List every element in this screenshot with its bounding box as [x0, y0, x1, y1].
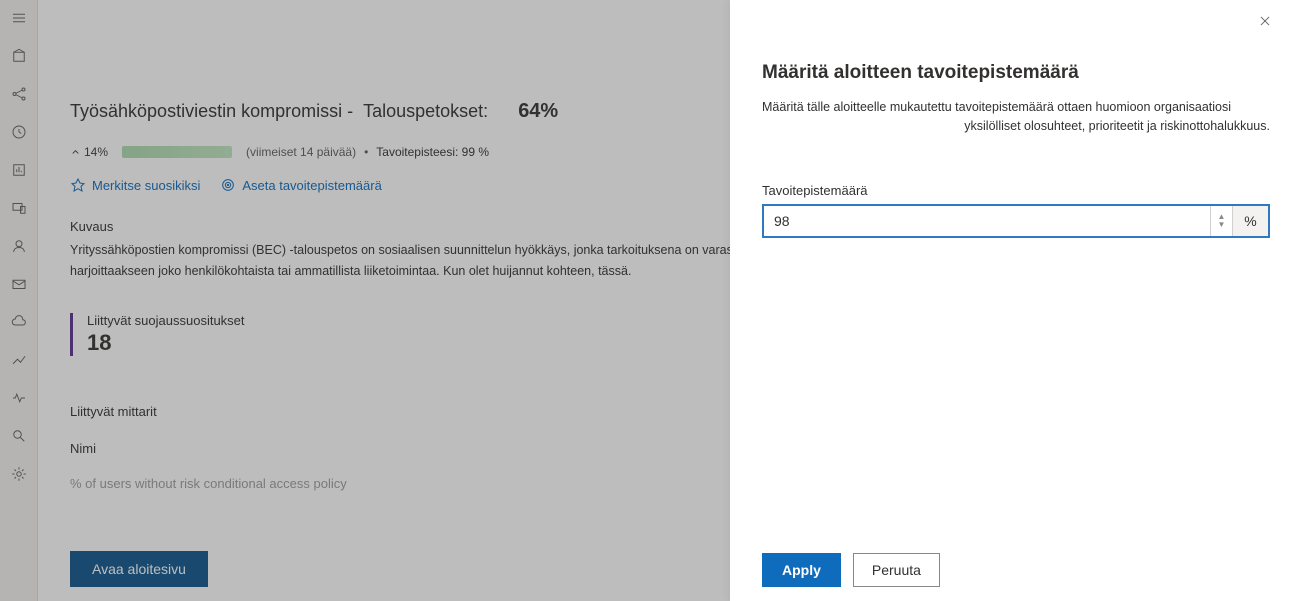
sparkline: [122, 146, 232, 158]
trend-period: (viimeiset 14 päivää): [246, 145, 356, 159]
trend-up: 14%: [70, 145, 108, 159]
spinner-down-icon[interactable]: ▼: [1218, 221, 1226, 229]
clock-icon[interactable]: [9, 122, 29, 142]
reports-icon[interactable]: [9, 160, 29, 180]
menu-icon[interactable]: [9, 8, 29, 28]
settings-icon[interactable]: [9, 464, 29, 484]
panel-footer: Apply Peruuta: [762, 553, 940, 587]
close-button[interactable]: [1258, 14, 1276, 32]
number-spinner[interactable]: ▲ ▼: [1210, 206, 1232, 236]
search-icon[interactable]: [9, 426, 29, 446]
panel-desc-line2: .yksilölliset olosuhteet, prioriteetit j…: [762, 119, 1270, 133]
percent-suffix: %: [1232, 206, 1268, 236]
users-icon[interactable]: [9, 236, 29, 256]
devices-icon[interactable]: [9, 198, 29, 218]
analytics-icon[interactable]: [9, 350, 29, 370]
package-icon[interactable]: [9, 46, 29, 66]
cloud-icon[interactable]: [9, 312, 29, 332]
separator: •: [364, 145, 368, 159]
target-score-label: Tavoitepisteesi: 99 %: [376, 145, 489, 159]
set-target-label: Aseta tavoitepistemäärä: [242, 178, 381, 193]
target-field-label: Tavoitepistemäärä: [762, 183, 1270, 198]
close-icon: [1258, 14, 1272, 28]
apply-button[interactable]: Apply: [762, 553, 841, 587]
target-icon: [220, 177, 236, 193]
left-nav: [0, 0, 38, 601]
star-icon: [70, 177, 86, 193]
health-icon[interactable]: [9, 388, 29, 408]
panel-title: Määritä aloitteen tavoitepistemäärä: [762, 62, 1270, 84]
mail-icon[interactable]: [9, 274, 29, 294]
set-target-action[interactable]: Aseta tavoitepistemäärä: [220, 177, 381, 193]
cancel-button[interactable]: Peruuta: [853, 553, 940, 587]
target-score-input[interactable]: [764, 206, 1210, 236]
title-suffix: Talouspetokset:: [363, 101, 488, 122]
title-prefix: Työsähköpostiviestin kompromissi -: [70, 101, 353, 122]
panel-desc-line1: Määritä tälle aloitteelle mukautettu tav…: [762, 98, 1270, 117]
favorite-action[interactable]: Merkitse suosikiksi: [70, 177, 200, 193]
set-target-panel: Määritä aloitteen tavoitepistemäärä Määr…: [730, 0, 1290, 601]
title-percent: 64%: [518, 100, 558, 123]
open-initiative-button[interactable]: Avaa aloitesivu: [70, 551, 208, 587]
share-icon[interactable]: [9, 84, 29, 104]
favorite-label: Merkitse suosikiksi: [92, 178, 200, 193]
target-input-group: ▲ ▼ %: [762, 204, 1270, 238]
trend-pct: 14%: [84, 145, 108, 159]
